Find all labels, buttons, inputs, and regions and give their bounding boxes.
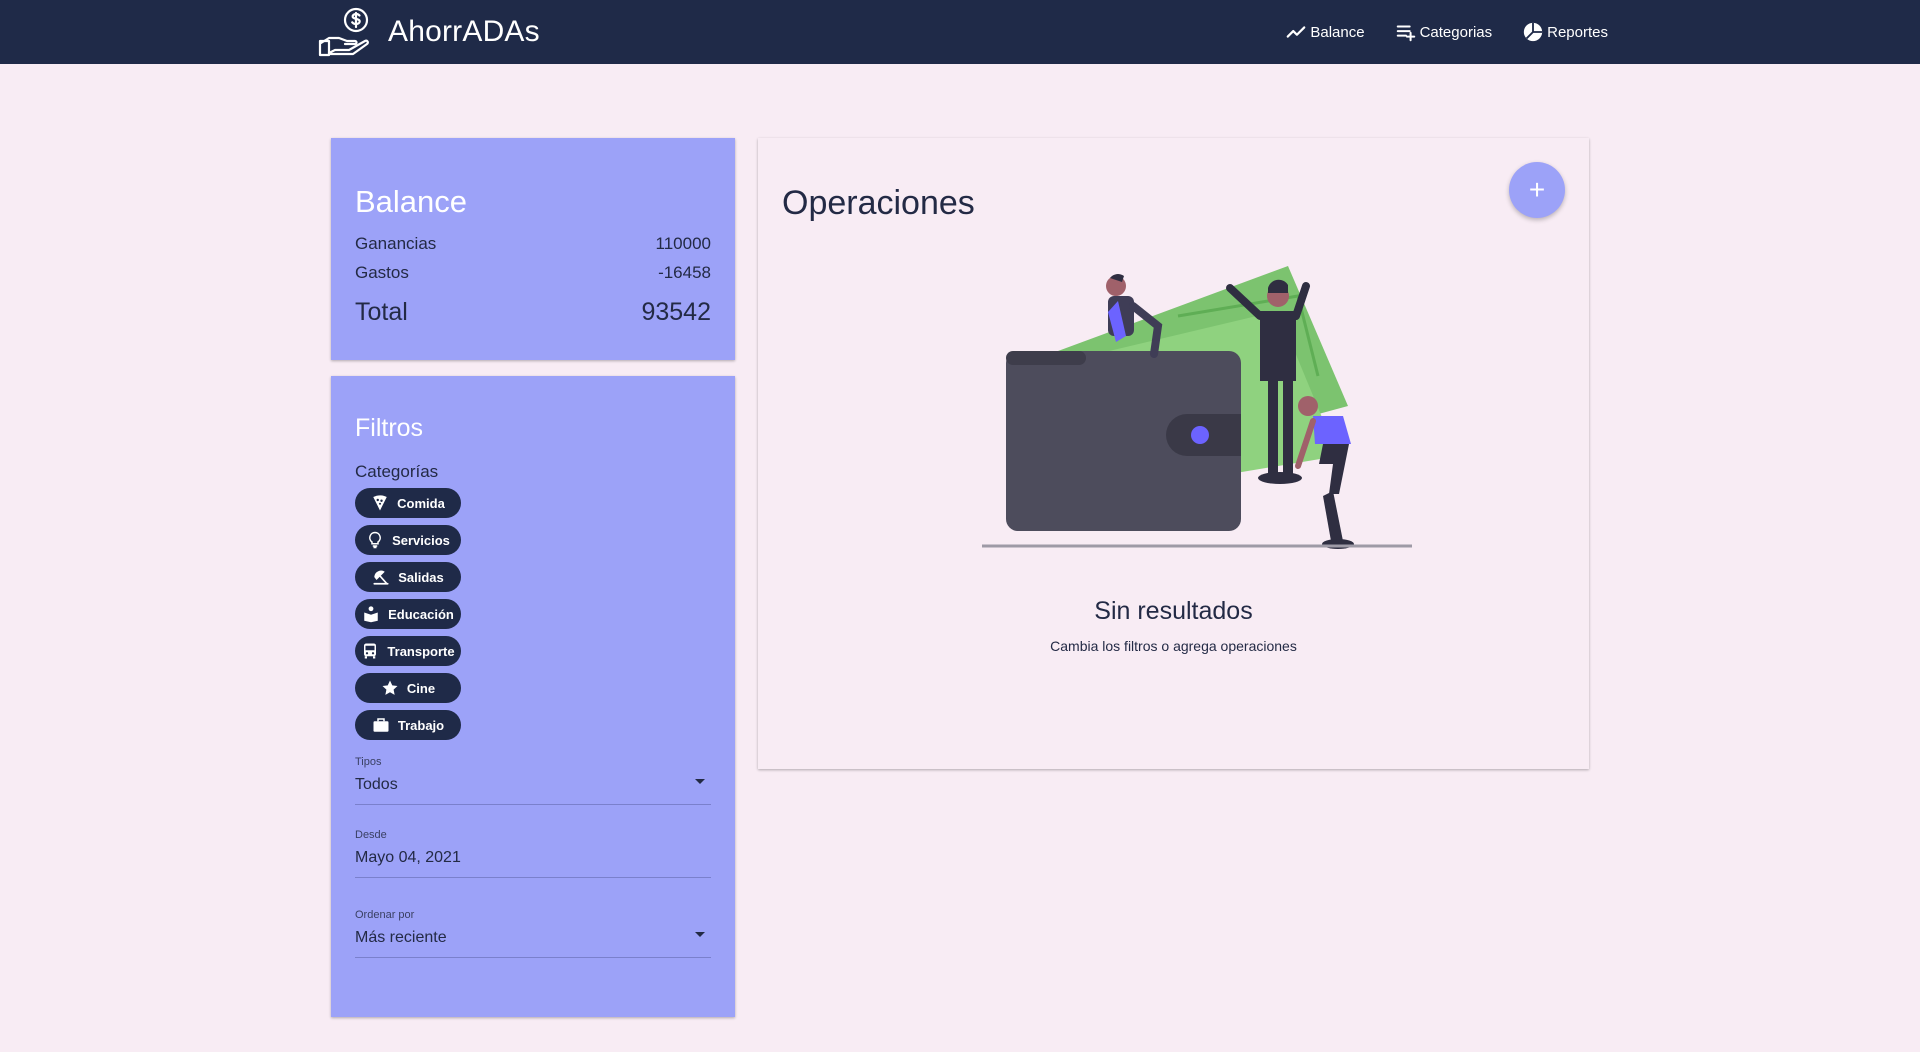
order-select[interactable]: Ordenar por Más reciente: [355, 909, 711, 958]
lightbulb-icon: [369, 531, 381, 549]
type-label: Tipos: [355, 756, 382, 768]
chart-line-icon: [1287, 26, 1306, 38]
order-value: Más reciente: [355, 929, 447, 946]
chip-educacion[interactable]: Educación: [355, 599, 461, 629]
chip-servicios[interactable]: Servicios: [355, 525, 461, 555]
earnings-value: 110000: [655, 234, 711, 253]
from-label: Desde: [355, 829, 387, 841]
total-row: Total 93542: [355, 298, 711, 327]
nav-categorias-label: Categorias: [1419, 23, 1493, 41]
navbar: AhorrADAs Balance Categorias Reportes: [0, 0, 1920, 64]
caret-down-icon: [695, 932, 705, 937]
chip-comida[interactable]: Comida: [355, 488, 461, 518]
star-icon: [382, 680, 398, 695]
chip-salidas[interactable]: Salidas: [355, 562, 461, 592]
filters-title: Filtros: [355, 414, 424, 442]
earnings-row: Ganancias 110000: [355, 234, 711, 254]
chip-label: Cine: [406, 680, 436, 696]
briefcase-icon: [373, 718, 389, 732]
pie-chart-icon: [1523, 22, 1543, 42]
total-label: Total: [355, 298, 408, 326]
nav-reportes-label: Reportes: [1547, 23, 1608, 41]
caret-down-icon: [695, 779, 705, 784]
balance-card: Balance Ganancias 110000 Gastos -16458 T…: [331, 138, 735, 360]
chip-label: Trabajo: [397, 717, 445, 733]
operations-card: Operaciones + Sin resultados Cambia los …: [758, 138, 1589, 769]
brand[interactable]: AhorrADAs: [318, 6, 540, 58]
nav-reportes[interactable]: Reportes: [1522, 21, 1608, 43]
empty-wallet-illustration: [982, 266, 1412, 549]
chip-trabajo[interactable]: Trabajo: [355, 710, 461, 740]
chip-label: Comida: [397, 495, 445, 511]
chip-label: Servicios: [392, 532, 450, 548]
playlist-add-icon: [1396, 25, 1415, 42]
type-value: Todos: [355, 776, 398, 793]
nav-categorias[interactable]: Categorias: [1395, 21, 1493, 43]
expenses-label: Gastos: [355, 263, 409, 282]
chip-cine[interactable]: Cine: [355, 673, 461, 703]
chip-label: Salidas: [398, 569, 444, 585]
hand-money-icon: [318, 7, 369, 57]
pizza-icon: [373, 495, 387, 511]
filters-card: Filtros Categorías Comida Servicios Sali…: [331, 376, 735, 1017]
categories-label: Categorías: [355, 462, 439, 481]
expenses-row: Gastos -16458: [355, 263, 711, 283]
type-select[interactable]: Tipos Todos: [355, 756, 711, 805]
total-value: 93542: [641, 298, 711, 326]
umbrella-beach-icon: [373, 570, 389, 585]
app-name: AhorrADAs: [388, 15, 540, 48]
bus-icon: [364, 643, 377, 659]
from-value: Mayo 04, 2021: [355, 849, 461, 866]
add-operation-button[interactable]: +: [1509, 162, 1565, 218]
nav-balance[interactable]: Balance: [1285, 21, 1365, 43]
chip-label: Transporte: [387, 643, 455, 659]
expenses-value: -16458: [658, 263, 711, 282]
operations-title: Operaciones: [782, 184, 975, 222]
book-reader-icon: [364, 606, 378, 623]
from-date-field[interactable]: Desde Mayo 04, 2021: [355, 829, 711, 878]
empty-state-subtitle: Cambia los filtros o agrega operaciones: [1050, 638, 1297, 654]
nav-links: Balance Categorias Reportes: [1285, 0, 1608, 64]
earnings-label: Ganancias: [355, 234, 437, 253]
chip-label: Educación: [388, 606, 454, 622]
chip-transporte[interactable]: Transporte: [355, 636, 461, 666]
empty-state-title: Sin resultados: [1094, 597, 1253, 625]
nav-balance-label: Balance: [1310, 23, 1365, 41]
order-label: Ordenar por: [355, 909, 415, 921]
balance-title: Balance: [355, 184, 468, 219]
